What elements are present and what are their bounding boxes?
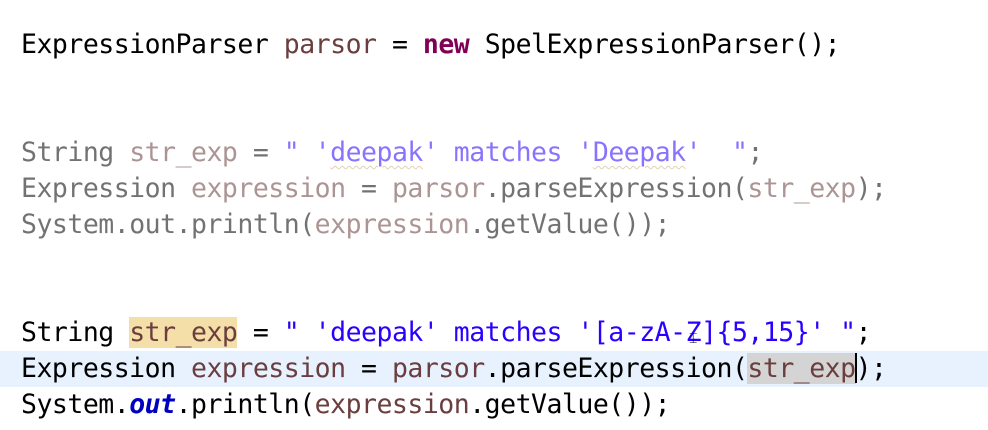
variable-name: expression (191, 353, 346, 384)
string-literal: " 'deepak' matches '[a-zA-Z]{5,15}' " (283, 317, 856, 348)
class-name: System. (21, 389, 130, 420)
spelling-word: Deepak (592, 137, 686, 168)
code-line-4[interactable]: System.out.println(expression.getValue()… (0, 207, 988, 243)
constructor-call: SpelExpressionParser(); (469, 29, 841, 60)
class-name: System. (21, 209, 130, 240)
call-end: .getValue()); (469, 389, 671, 420)
argument: str_exp (747, 173, 856, 204)
variable-name: expression (191, 173, 346, 204)
code-line-7[interactable]: System.out.println(expression.getValue()… (0, 387, 988, 423)
type-name: Expression (21, 173, 176, 204)
code-line-3[interactable]: Expression expression = parsor.parseExpr… (0, 171, 988, 207)
semicolon: ; (855, 317, 872, 348)
method-call: .println( (175, 389, 316, 420)
variable-name: expression (314, 209, 470, 240)
code-line-1[interactable]: ExpressionParser parsor = new SpelExpres… (0, 27, 988, 63)
method-call: .parseExpression( (484, 353, 748, 384)
variable-name: parsor (283, 29, 377, 60)
assign-operator: = (345, 353, 392, 384)
method-call: .parseExpression( (484, 173, 748, 204)
keyword: new (422, 29, 470, 60)
code-line-6-current[interactable]: Expression expression = parsor.parseExpr… (0, 351, 988, 387)
variable-name: expression (314, 389, 470, 420)
call-end: .getValue()); (469, 209, 671, 240)
type-name: Expression (21, 353, 176, 384)
assign-operator: = (376, 29, 423, 60)
call-end: ); (855, 353, 887, 384)
ibeam-cursor-icon: ⌶ (689, 331, 698, 347)
string-close: ' " (685, 137, 748, 168)
parser-reference: parsor (391, 353, 485, 384)
assign-operator: = (237, 317, 284, 348)
type-name: String (21, 317, 114, 348)
spelling-word: deepak (330, 137, 423, 168)
semicolon: ; (747, 137, 763, 168)
call-end: ); (855, 173, 887, 204)
selected-argument: str_exp (747, 353, 856, 384)
variable-occurrence-highlight: str_exp (129, 317, 238, 348)
code-line-5[interactable]: String str_exp = " 'deepak' matches '[a-… (0, 315, 988, 351)
method-call: .println( (175, 209, 316, 240)
parser-reference: parsor (391, 173, 485, 204)
assign-operator: = (237, 137, 284, 168)
string-open: " ' (283, 137, 331, 168)
field-name: out (129, 209, 176, 240)
code-line-2[interactable]: String str_exp = " 'deepak' matches 'Dee… (0, 135, 988, 171)
assign-operator: = (345, 173, 392, 204)
variable-name: str_exp (129, 137, 238, 168)
static-field-name: out (129, 389, 176, 420)
code-editor[interactable]: ExpressionParser parsor = new SpelExpres… (0, 0, 988, 430)
type-name: String (21, 137, 114, 168)
type-name: ExpressionParser (21, 29, 269, 60)
string-middle: ' matches ' (422, 137, 594, 168)
